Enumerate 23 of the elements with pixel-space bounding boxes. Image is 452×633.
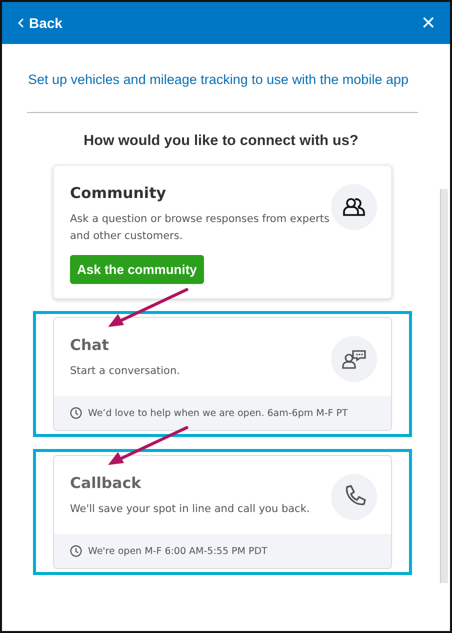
card-description: We'll save your spot in line and call you back. xyxy=(70,502,310,517)
section-heading: How would you like to connect with us? xyxy=(82,133,360,149)
back-button[interactable]: Back xyxy=(18,15,62,31)
card-description: Ask a question or browse responses from experts and other customers. xyxy=(70,212,330,244)
hours-text: We're open M-F 6:00 AM-5:55 PM PDT xyxy=(88,546,268,556)
card-title: Chat xyxy=(70,336,110,354)
people-icon xyxy=(331,184,377,230)
card-title: Community xyxy=(70,184,168,202)
card-title: Callback xyxy=(70,474,142,492)
chat-icon xyxy=(331,336,377,382)
contact-card[interactable]: Community Ask a question or browse responses from experts and other customers. Ask the community xyxy=(53,165,392,299)
card-description: Start a conversation. xyxy=(70,364,180,379)
phone-icon xyxy=(331,474,377,520)
close-button[interactable]: ✕ xyxy=(420,12,436,34)
scrollbar[interactable] xyxy=(440,189,448,583)
clock-icon xyxy=(70,545,82,557)
ask-community-button[interactable]: Ask the community xyxy=(70,255,204,284)
chevron-left-icon xyxy=(18,18,24,28)
help-link[interactable]: Set up vehicles and mileage tracking to use with the mobile app xyxy=(28,72,440,87)
hours-text: We’d love to help when we are open. 6am-6pm M-F PT xyxy=(88,408,348,418)
contact-card[interactable]: Callback We'll save your spot in line and call you back. We're open M-F 6:00 AM-5:55 PM PDT xyxy=(53,455,392,569)
clock-icon xyxy=(70,407,82,419)
contact-card[interactable]: Chat Start a conversation. We’d love to help when we are open. 6am-6pm M-F PT xyxy=(53,317,392,431)
